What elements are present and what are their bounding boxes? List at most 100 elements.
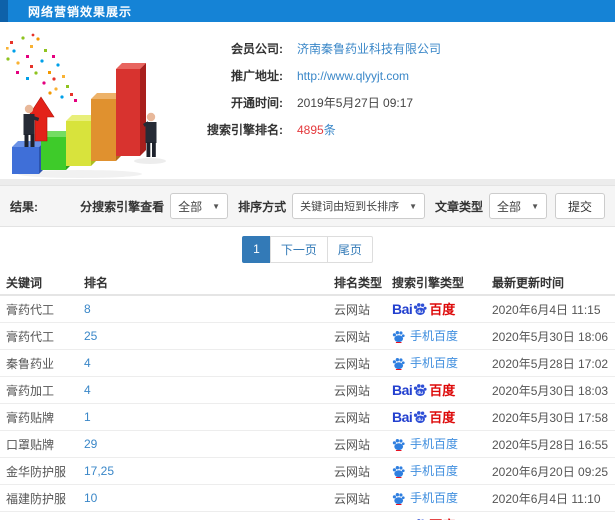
bar-red xyxy=(116,63,146,156)
table-row: 膏药代工 25 云网站 手机百度 2020年5月30日 18:06 xyxy=(0,323,615,350)
baidu-mobile-logo: 手机百度 xyxy=(392,330,458,343)
open-time-value: 2019年5月27日 09:17 xyxy=(297,96,414,110)
result-label: 结果: xyxy=(10,199,38,214)
submit-button[interactable]: 提交 xyxy=(554,193,605,219)
engine-cell: Baidu百度 xyxy=(392,302,492,316)
rank-link[interactable]: 29 xyxy=(84,437,334,451)
updated-cell: 2020年6月4日 11:10 xyxy=(492,491,601,506)
keyword-cell: 福建防护服 xyxy=(6,491,67,506)
baidu-paw-icon: du xyxy=(414,411,427,423)
baidu-mobile-text: 手机百度 xyxy=(410,329,459,343)
rank-type-cell: 云网站 xyxy=(334,302,371,317)
open-time-label: 开通时间: xyxy=(231,96,283,110)
header-rank: 排名 xyxy=(84,276,109,290)
baidu-mobile-text: 手机百度 xyxy=(410,356,459,370)
engine-cell: Baidu百度 xyxy=(392,512,492,520)
sort-label: 排序方式 xyxy=(238,199,287,214)
rank-count: 4895 xyxy=(297,123,324,137)
sort-select[interactable]: 关键词由短到长排序 ▼ xyxy=(292,193,426,219)
rank-link[interactable]: 10 xyxy=(84,491,334,505)
baidu-bai-text: Bai xyxy=(392,410,413,424)
chevron-down-icon: ▼ xyxy=(409,201,418,211)
rank-link[interactable]: 4 xyxy=(84,383,334,397)
rank-type-cell: 云网站 xyxy=(334,329,371,344)
engine-view-select[interactable]: 全部 ▼ xyxy=(170,193,229,219)
rank-link[interactable]: 25 xyxy=(84,329,334,343)
updated-cell: 2020年5月30日 18:03 xyxy=(492,383,609,398)
open-time-row: 开通时间: 2019年5月27日 09:17 xyxy=(175,89,441,116)
baidu-cn-text: 百度 xyxy=(429,302,456,316)
baidu-mobile-logo: 手机百度 xyxy=(392,438,458,451)
engine-rank-value: 4895条 xyxy=(297,121,336,138)
baidu-pc-logo: Baidu 百度 xyxy=(392,302,455,316)
member-company-link[interactable]: 济南秦鲁药业科技有限公司 xyxy=(297,40,441,57)
keyword-cell: 膏药代工 xyxy=(6,302,55,317)
member-company-label: 会员公司: xyxy=(231,42,283,56)
promo-url-label: 推广地址: xyxy=(231,69,283,83)
page-1-button[interactable]: 1 xyxy=(242,235,271,263)
table-row: 口罩贴牌 29 云网站 手机百度 2020年5月28日 16:55 xyxy=(0,431,615,458)
updated-cell: 2020年5月28日 17:02 xyxy=(492,356,609,371)
updated-cell: 2020年6月20日 09:25 xyxy=(492,464,609,479)
keyword-cell: 膏药加工 xyxy=(6,383,55,398)
baidu-paw-icon xyxy=(392,357,405,370)
chevron-down-icon: ▼ xyxy=(212,201,221,211)
updated-cell: 2020年5月30日 18:06 xyxy=(492,329,609,344)
table-row: 膏药加工 4 云网站 Bai du 百度 2020年5月30日 18:03 xyxy=(0,377,615,404)
results-table-body: 膏药代工 8 云网站 Bai du 百度 2020年6月4日 11:15 膏药代工 25 云网站手… xyxy=(0,296,615,520)
baidu-mobile-logo: 手机百度 xyxy=(392,357,458,370)
rank-type-cell: 云网站 xyxy=(334,356,371,371)
baidu-cn-text: 百度 xyxy=(429,410,456,424)
table-header-row: 关键词 排名 排名类型 搜索引擎类型 最新更新时间 xyxy=(0,271,615,296)
updated-cell: 2020年5月30日 17:58 xyxy=(492,410,609,425)
baidu-bai-text: Bai xyxy=(392,302,413,316)
rank-link[interactable]: 4 xyxy=(84,356,334,370)
rank-link[interactable]: 1 xyxy=(84,410,334,424)
baidu-paw-icon: du xyxy=(414,303,427,315)
baidu-pc-logo: Baidu 百度 xyxy=(392,383,455,397)
last-page-button[interactable]: 尾页 xyxy=(326,235,373,263)
table-row: 福建防护服 10 云网站 手机百度 2020年6月4日 11:10 xyxy=(0,485,615,512)
rank-type-cell: 云网站 xyxy=(334,383,371,398)
article-type-label: 文章类型 xyxy=(435,199,484,214)
baidu-mobile-text: 手机百度 xyxy=(410,491,459,505)
profile-info: 会员公司: 济南秦鲁药业科技有限公司 推广地址: http://www.qlyy… xyxy=(175,29,441,179)
promo-url-link[interactable]: http://www.qlyyjt.com xyxy=(297,69,409,83)
baidu-pc-logo: Baidu 百度 xyxy=(392,410,455,424)
engine-cell: 手机百度 xyxy=(392,438,492,451)
titlebar: 网络营销效果展示 xyxy=(0,0,615,22)
table-row: 秦鲁药业 4 云网站 手机百度 2020年5月28日 17:02 xyxy=(0,350,615,377)
rank-link[interactable]: 8 xyxy=(84,302,334,316)
growth-chart-illustration xyxy=(6,33,166,178)
next-page-button[interactable]: 下一页 xyxy=(269,235,328,263)
baidu-mobile-text: 手机百度 xyxy=(410,464,459,478)
table-row: 膏药代工 8 云网站 Bai du 百度 2020年6月4日 11:15 xyxy=(0,296,615,323)
keyword-cell: 口罩贴牌 xyxy=(6,437,55,452)
header-updated: 最新更新时间 xyxy=(492,276,565,290)
baidu-paw-icon xyxy=(392,330,405,343)
rank-unit: 条 xyxy=(323,123,336,137)
baidu-paw-icon xyxy=(392,438,405,451)
keyword-cell: 金华防护服 xyxy=(6,464,67,479)
profile-section: 会员公司: 济南秦鲁药业科技有限公司 推广地址: http://www.qlyy… xyxy=(0,22,615,179)
engine-cell: Baidu百度 xyxy=(392,383,492,397)
engine-cell: 手机百度 xyxy=(392,465,492,478)
promo-url-row: 推广地址: http://www.qlyyjt.com xyxy=(175,62,441,89)
header-keyword: 关键词 xyxy=(6,276,43,290)
keyword-cell: 膏药贴牌 xyxy=(6,410,55,425)
rank-type-cell: 云网站 xyxy=(334,491,371,506)
engine-cell: Baidu百度 xyxy=(392,410,492,424)
results-table: 关键词 排名 排名类型 搜索引擎类型 最新更新时间 膏药代工 8 云网站 Bai du 百… xyxy=(0,271,615,520)
baidu-paw-icon xyxy=(392,492,405,505)
rank-type-cell: 云网站 xyxy=(334,437,371,452)
rank-link[interactable]: 17,25 xyxy=(84,464,334,478)
confetti xyxy=(6,33,77,102)
article-type-select[interactable]: 全部 ▼ xyxy=(489,193,547,219)
titlebar-accent xyxy=(0,0,8,22)
keyword-cell: 膏药代工 xyxy=(6,329,55,344)
baidu-paw-icon xyxy=(392,465,405,478)
baidu-mobile-logo: 手机百度 xyxy=(392,492,458,505)
bar-chart-clipart xyxy=(0,29,175,179)
engine-cell: 手机百度 xyxy=(392,357,492,370)
page-title: 网络营销效果展示 xyxy=(28,4,133,19)
